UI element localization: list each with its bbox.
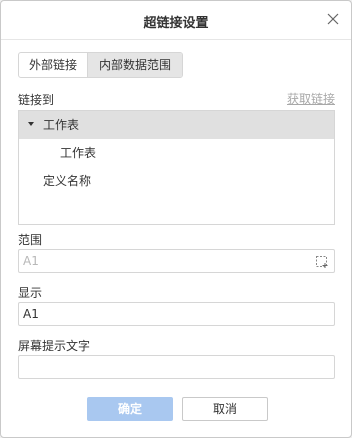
range-value: A1	[23, 254, 39, 268]
display-label: 显示	[18, 286, 43, 300]
cancel-button[interactable]: 取消	[182, 397, 268, 421]
hyperlink-settings-dialog: 超链接设置 外部链接 内部数据范围 链接到 获取链接 工作表 工作表 定义名称 …	[0, 0, 352, 438]
dialog-titlebar: 超链接设置	[1, 1, 351, 40]
range-select-icon[interactable]	[315, 254, 329, 268]
display-input[interactable]: A1	[18, 302, 335, 326]
display-value: A1	[23, 307, 39, 321]
link-target-tree: 工作表 工作表 定义名称	[18, 110, 335, 225]
tree-item-worksheet[interactable]: 工作表	[19, 139, 334, 167]
close-icon[interactable]	[325, 11, 341, 27]
link-type-tabs: 外部链接 内部数据范围	[18, 52, 183, 78]
tree-item-label: 工作表	[60, 146, 97, 160]
range-input[interactable]: A1	[18, 249, 335, 273]
dialog-title: 超链接设置	[143, 16, 209, 31]
tree-item-label: 定义名称	[43, 174, 92, 188]
fetch-link-button[interactable]: 获取链接	[287, 90, 335, 107]
tree-item-defined-names[interactable]: 定义名称	[19, 167, 334, 195]
ok-button[interactable]: 确定	[87, 397, 173, 421]
link-to-label: 链接到	[18, 93, 55, 107]
range-label: 范围	[18, 233, 43, 247]
tab-external-link[interactable]: 外部链接	[19, 53, 88, 77]
tree-item-worksheets[interactable]: 工作表	[19, 111, 334, 139]
screen-tip-input[interactable]	[18, 355, 335, 379]
tab-internal-data-range[interactable]: 内部数据范围	[88, 53, 182, 77]
screen-tip-label: 屏幕提示文字	[18, 339, 91, 353]
expand-arrow-icon[interactable]	[28, 122, 34, 126]
tree-item-label: 工作表	[43, 118, 80, 132]
